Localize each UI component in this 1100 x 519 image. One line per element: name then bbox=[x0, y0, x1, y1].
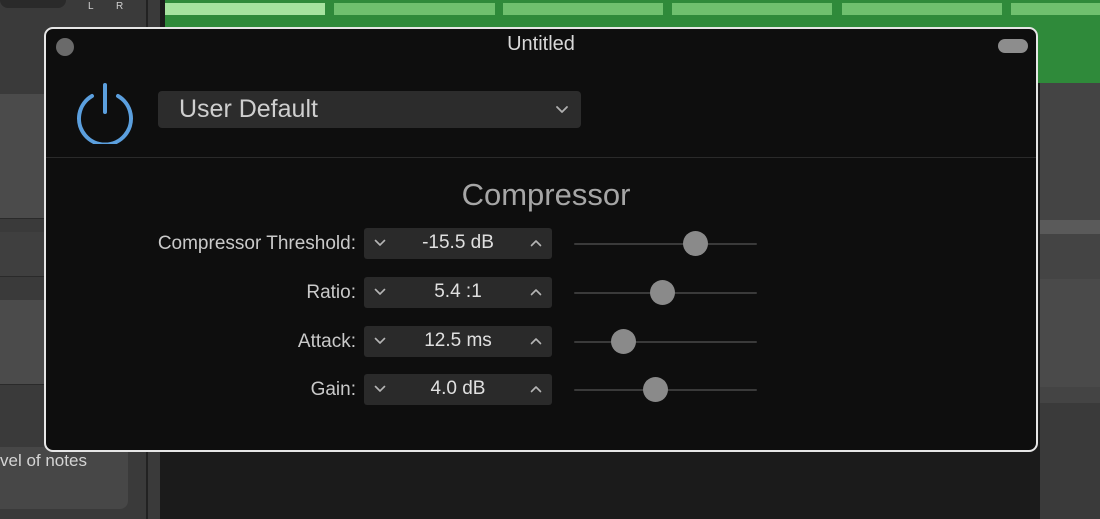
chevron-down-icon bbox=[374, 239, 386, 246]
section-title: Compressor bbox=[461, 177, 631, 212]
param-row-attack: Attack: 12.5 ms bbox=[46, 326, 1036, 358]
region-bar bbox=[334, 3, 495, 15]
decrement-button[interactable] bbox=[370, 228, 390, 259]
region-bar bbox=[503, 3, 663, 15]
decrement-button[interactable] bbox=[370, 277, 390, 308]
track-lane bbox=[1040, 403, 1100, 519]
chevron-down-icon bbox=[374, 337, 386, 344]
increment-button[interactable] bbox=[526, 374, 546, 405]
param-row-threshold: Compressor Threshold: -15.5 dB bbox=[46, 228, 1036, 260]
gain-value: 4.0 dB bbox=[430, 378, 486, 399]
region-bar bbox=[1011, 3, 1100, 15]
threshold-stepper[interactable]: -15.5 dB bbox=[364, 228, 552, 259]
attack-value: 12.5 ms bbox=[424, 330, 492, 351]
track-lane bbox=[1040, 279, 1100, 387]
header-divider bbox=[46, 157, 1036, 158]
pan-knob[interactable] bbox=[0, 0, 66, 8]
chevron-up-icon bbox=[530, 386, 542, 393]
chevron-down-icon bbox=[374, 288, 386, 295]
param-label: Gain: bbox=[310, 379, 356, 400]
threshold-value: -15.5 dB bbox=[422, 232, 494, 253]
track-divider bbox=[1040, 220, 1100, 234]
preset-label: User Default bbox=[179, 95, 318, 123]
region-bar bbox=[842, 3, 1002, 15]
increment-button[interactable] bbox=[526, 277, 546, 308]
plugin-window: Untitled User Default Compressor Compres… bbox=[44, 27, 1038, 452]
param-row-ratio: Ratio: 5.4 :1 bbox=[46, 277, 1036, 309]
collapse-button[interactable] bbox=[998, 39, 1028, 53]
slider-thumb[interactable] bbox=[649, 280, 675, 305]
attack-stepper[interactable]: 12.5 ms bbox=[364, 326, 552, 357]
pan-left-label: L bbox=[88, 1, 94, 12]
preset-select[interactable]: User Default bbox=[158, 91, 581, 128]
slider-thumb[interactable] bbox=[611, 329, 637, 354]
region-bar bbox=[165, 3, 325, 15]
slider-thumb[interactable] bbox=[642, 377, 668, 402]
threshold-slider[interactable] bbox=[574, 231, 757, 257]
param-label: Ratio: bbox=[306, 282, 356, 303]
pan-right-label: R bbox=[116, 1, 124, 12]
gain-slider[interactable] bbox=[574, 377, 757, 403]
ratio-slider[interactable] bbox=[574, 280, 757, 306]
region-bar bbox=[672, 3, 832, 15]
slider-track bbox=[574, 243, 757, 245]
chevron-up-icon bbox=[530, 240, 542, 247]
increment-button[interactable] bbox=[526, 228, 546, 259]
power-button[interactable] bbox=[73, 80, 137, 147]
ratio-stepper[interactable]: 5.4 :1 bbox=[364, 277, 552, 308]
gain-stepper[interactable]: 4.0 dB bbox=[364, 374, 552, 405]
decrement-button[interactable] bbox=[370, 374, 390, 405]
param-label: Compressor Threshold: bbox=[157, 233, 356, 254]
param-label: Attack: bbox=[297, 331, 356, 352]
decrement-button[interactable] bbox=[370, 326, 390, 357]
power-icon bbox=[77, 83, 133, 147]
chevron-down-icon bbox=[556, 106, 568, 113]
track-area-right bbox=[1040, 83, 1100, 519]
chevron-down-icon bbox=[374, 385, 386, 392]
slider-track bbox=[574, 341, 757, 343]
chevron-up-icon bbox=[530, 338, 542, 345]
increment-button[interactable] bbox=[526, 326, 546, 357]
attack-slider[interactable] bbox=[574, 329, 757, 355]
ratio-value: 5.4 :1 bbox=[434, 281, 482, 302]
window-title: Untitled bbox=[507, 33, 575, 55]
param-row-gain: Gain: 4.0 dB bbox=[46, 374, 1036, 406]
chevron-up-icon bbox=[530, 289, 542, 296]
slider-thumb[interactable] bbox=[682, 231, 708, 256]
notes-label: vel of notes bbox=[0, 451, 87, 470]
